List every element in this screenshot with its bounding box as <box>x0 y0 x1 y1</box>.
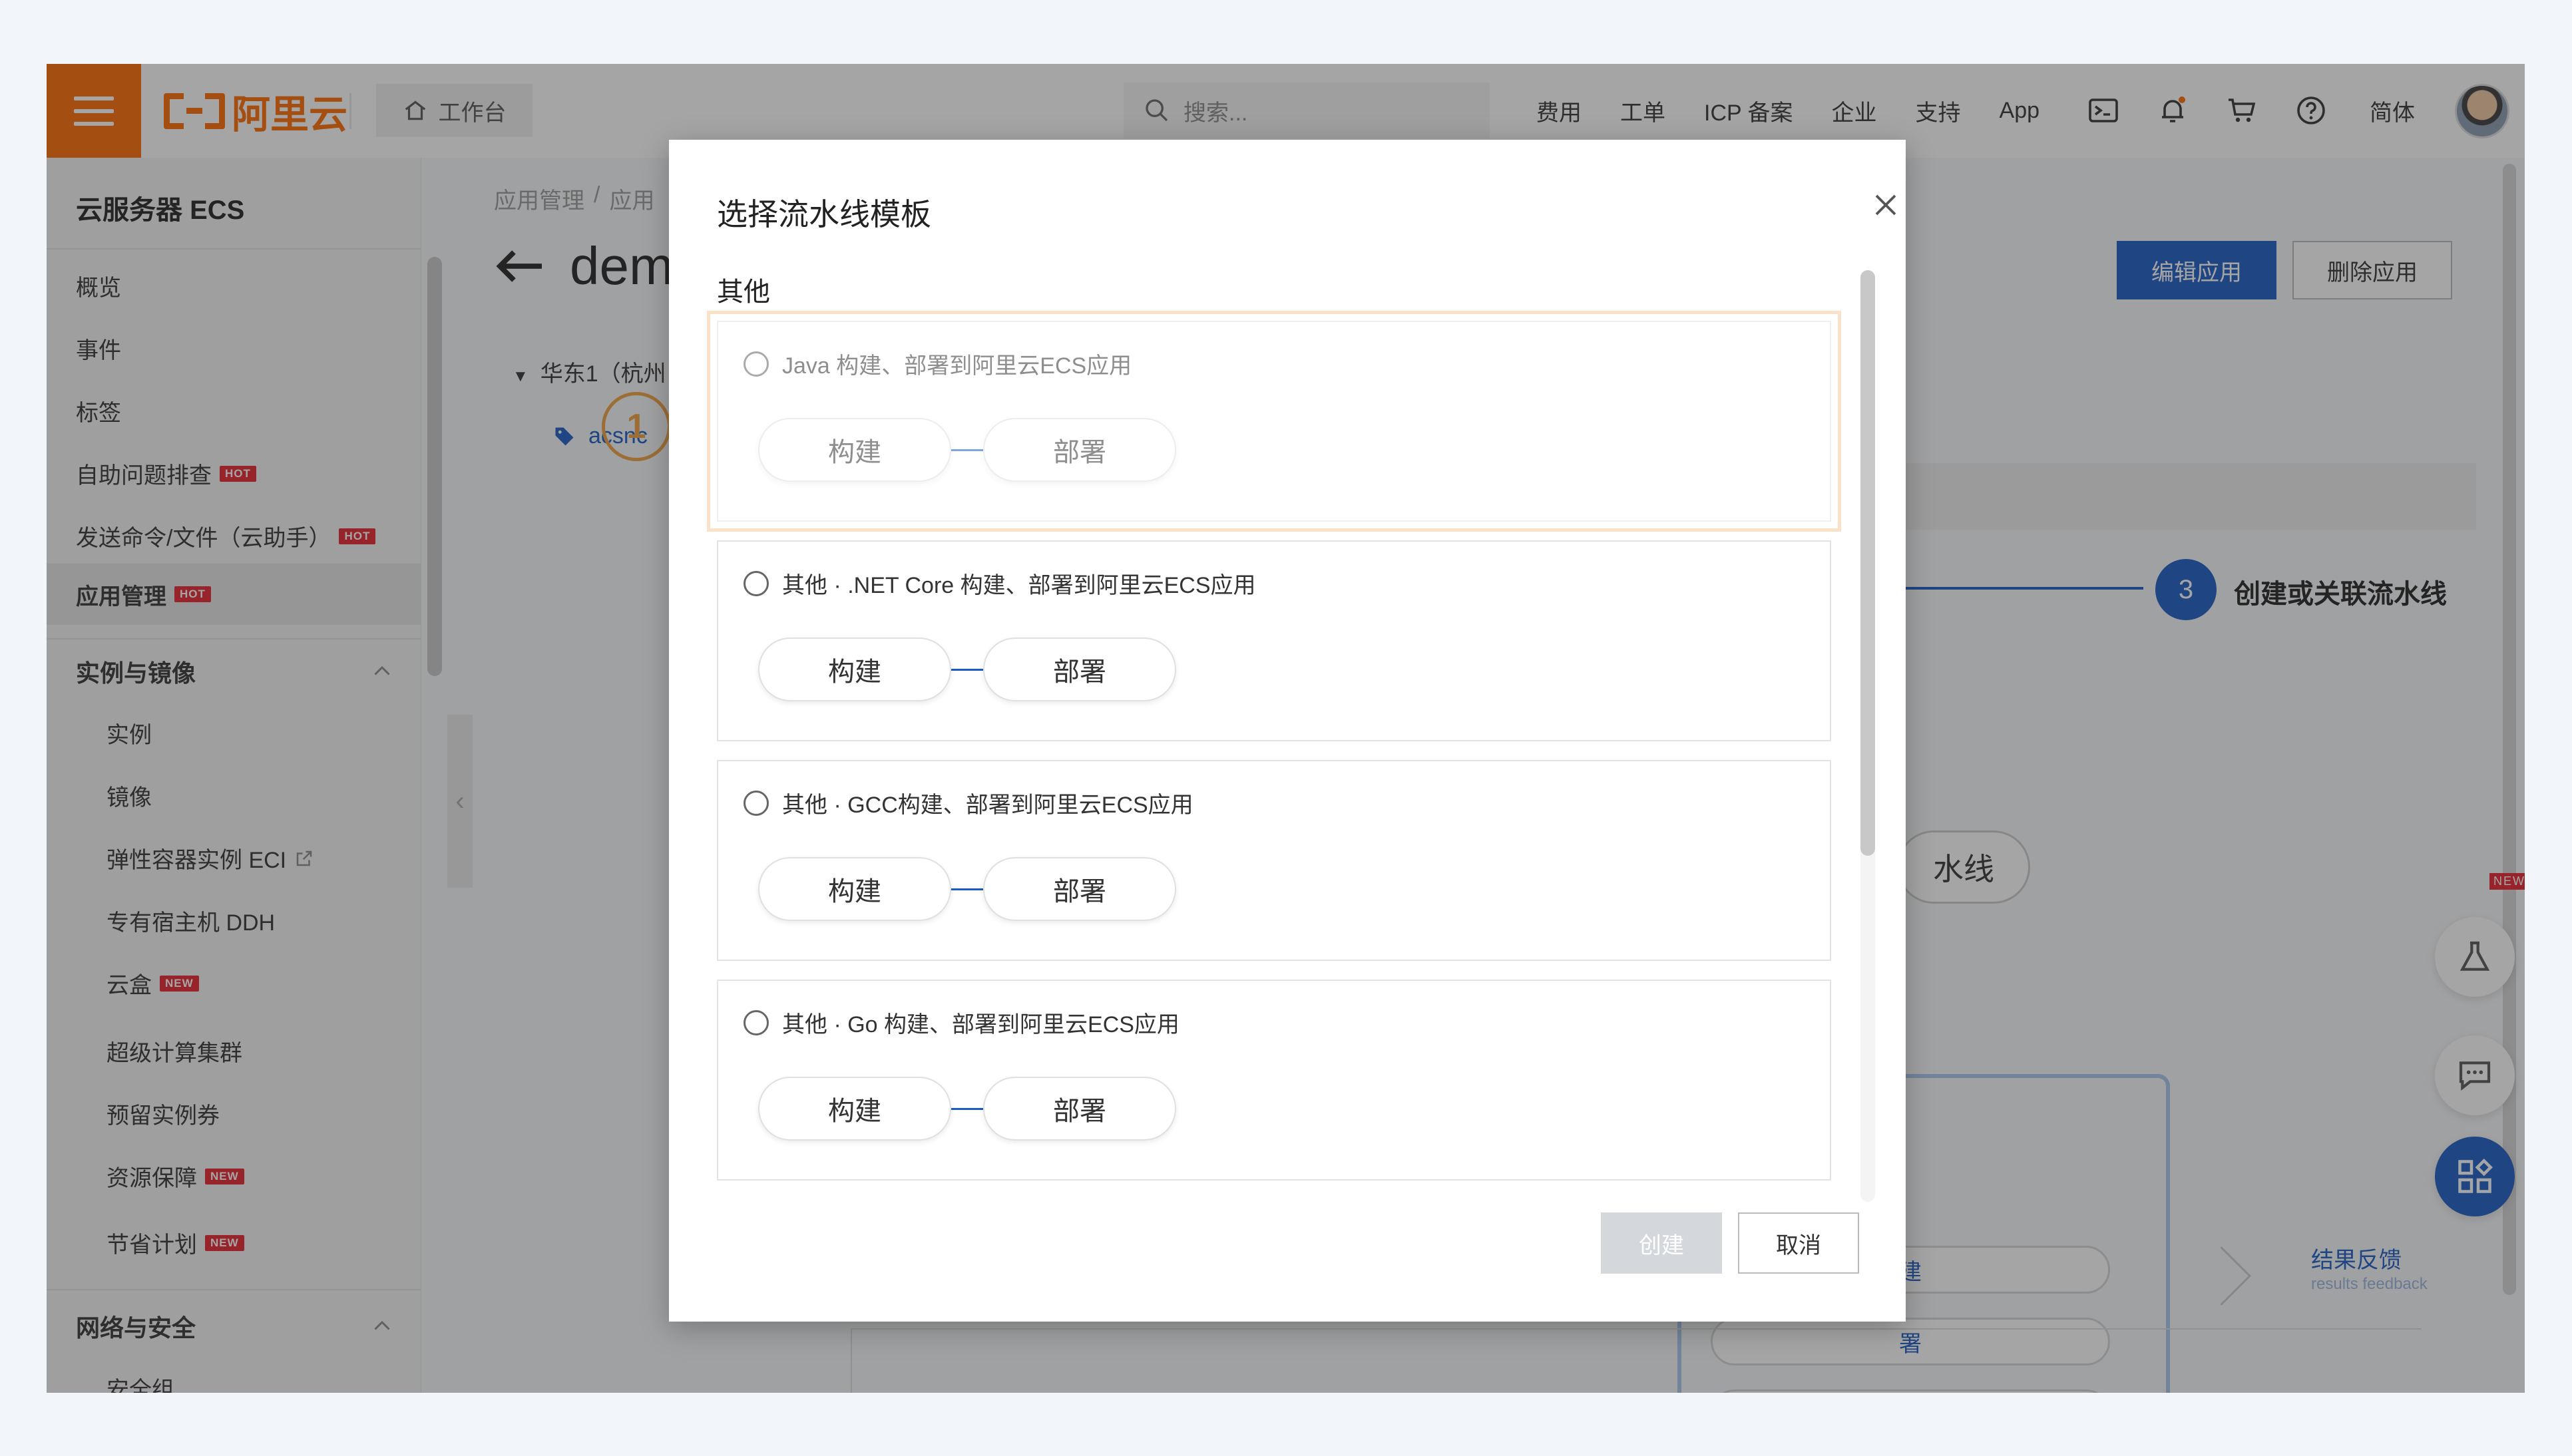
template-header: 其他 · Go 构建、部署到阿里云ECS应用 <box>744 1006 1179 1039</box>
stage-build: 构建 <box>758 1077 951 1141</box>
template-name: 其他 · .NET Core 构建、部署到阿里云ECS应用 <box>782 573 1256 598</box>
template-option-gcc[interactable]: 其他 · GCC构建、部署到阿里云ECS应用 构建 部署 <box>717 760 1831 961</box>
template-radio[interactable] <box>744 1009 769 1035</box>
stage-build: 构建 <box>758 637 951 701</box>
stage-deploy: 部署 <box>983 418 1176 482</box>
stage-connector <box>951 449 983 451</box>
template-radio[interactable] <box>744 570 769 596</box>
close-button[interactable] <box>1867 186 1904 224</box>
template-radio[interactable] <box>744 790 769 816</box>
template-option-java[interactable]: Java 构建、部署到阿里云ECS应用 构建 部署 <box>707 311 1841 532</box>
template-header: 其他 · .NET Core 构建、部署到阿里云ECS应用 <box>744 567 1256 600</box>
app-window: 阿里云 工作台 搜索... 费用 工单 ICP 备案 企业 支持 App 简体 … <box>47 64 2525 1393</box>
stage-deploy: 部署 <box>983 637 1176 701</box>
stage-connector <box>951 888 983 890</box>
template-option-dotnet-core[interactable]: 其他 · .NET Core 构建、部署到阿里云ECS应用 构建 部署 <box>717 540 1831 741</box>
stage-build: 构建 <box>758 857 951 921</box>
template-option-go[interactable]: 其他 · Go 构建、部署到阿里云ECS应用 构建 部署 <box>717 980 1831 1181</box>
stage-deploy: 部署 <box>983 1077 1176 1141</box>
template-name: 其他 · GCC构建、部署到阿里云ECS应用 <box>782 793 1193 818</box>
create-button[interactable]: 创建 <box>1601 1212 1722 1274</box>
template-name: Java 构建、部署到阿里云ECS应用 <box>782 353 1132 379</box>
select-pipeline-template-dialog: 选择流水线模板 其他 Java 构建、部署到阿里云ECS应用 构建 部署 其他 … <box>669 140 1906 1322</box>
template-radio[interactable] <box>744 351 769 377</box>
template-header: 其他 · GCC构建、部署到阿里云ECS应用 <box>744 787 1193 819</box>
template-header: Java 构建、部署到阿里云ECS应用 <box>744 347 1132 380</box>
template-category-label: 其他 <box>717 277 770 307</box>
stage-connector <box>951 669 983 671</box>
cancel-button[interactable]: 取消 <box>1738 1212 1859 1274</box>
close-icon <box>1875 194 1896 216</box>
stage-build: 构建 <box>758 418 951 482</box>
dialog-scrollbar[interactable] <box>1860 270 1875 856</box>
dialog-title: 选择流水线模板 <box>717 197 931 232</box>
stage-deploy: 部署 <box>983 857 1176 921</box>
template-name: 其他 · Go 构建、部署到阿里云ECS应用 <box>782 1012 1179 1037</box>
stage-connector <box>951 1108 983 1110</box>
